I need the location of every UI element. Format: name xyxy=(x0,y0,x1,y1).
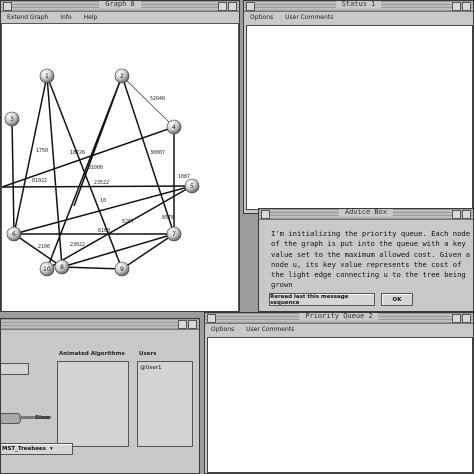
edge-label: 2106 xyxy=(38,244,50,250)
minimize-icon[interactable] xyxy=(178,320,187,329)
edge-label: 10 xyxy=(100,198,106,204)
control-panel-window: Animated Algorithms Users @User1 Slow MS… xyxy=(0,318,200,474)
menu-options[interactable]: Options xyxy=(211,326,234,333)
edge-label: 1750 xyxy=(36,148,48,154)
graph-edge[interactable] xyxy=(121,75,175,235)
priority-queue-window: Priority Queue 2 Options User Comments xyxy=(204,312,474,474)
user-item[interactable]: @User1 xyxy=(140,365,162,371)
window-menu-icon[interactable] xyxy=(3,2,12,11)
edge-label: 30007 xyxy=(150,150,165,156)
status-window-title: Status 1 xyxy=(335,1,382,8)
priority-window-title: Priority Queue 2 xyxy=(299,313,379,320)
graph-edge[interactable] xyxy=(11,118,15,235)
edge-label: 23522 xyxy=(94,180,109,186)
menu-user-comments[interactable]: User Comments xyxy=(246,326,294,333)
edge-label: 81000 xyxy=(88,165,103,171)
window-menu-icon[interactable] xyxy=(246,2,255,11)
edge-label: 1087 xyxy=(178,174,190,180)
advice-window: Advice Box I'm initializing the priority… xyxy=(258,208,474,312)
graph-menubar: Extend Graph Info Help xyxy=(1,12,239,22)
advice-window-title: Advice Box xyxy=(338,209,394,216)
maximize-icon[interactable] xyxy=(462,314,471,323)
maximize-icon[interactable] xyxy=(228,2,237,11)
edge-label: 23022 xyxy=(70,242,85,248)
status-menubar: Options User Comments xyxy=(244,12,473,22)
node-label: 3 xyxy=(10,116,14,123)
maximize-icon[interactable] xyxy=(462,2,471,11)
edge-label: 6160 xyxy=(98,228,110,234)
node-label: 5 xyxy=(190,183,194,190)
animated-algorithms-list[interactable] xyxy=(57,361,129,447)
graph-node[interactable]: 10 xyxy=(39,261,55,277)
reread-button[interactable]: Reread last this message sequence xyxy=(269,293,375,306)
users-header: Users xyxy=(139,351,157,357)
menu-help[interactable]: Help xyxy=(84,14,98,21)
menu-info[interactable]: Info xyxy=(60,14,71,21)
node-label: 6 xyxy=(12,231,16,238)
graph-node[interactable]: 9 xyxy=(114,261,130,277)
animated-algorithms-header: Animated Algorithms xyxy=(59,351,125,357)
graph-window-title: Graph 8 xyxy=(99,1,141,8)
graph-node[interactable]: 7 xyxy=(166,226,182,242)
edge-label: 18726 xyxy=(70,150,85,156)
status-window-titlebar[interactable]: Status 1 xyxy=(244,1,473,12)
priority-queue-area[interactable] xyxy=(207,337,473,473)
graph-node[interactable]: 2 xyxy=(114,68,130,84)
status-text-area[interactable] xyxy=(246,25,473,210)
minimize-icon[interactable] xyxy=(452,2,461,11)
node-label: 7 xyxy=(172,231,176,238)
graph-node[interactable]: 4 xyxy=(166,119,182,135)
graph-canvas[interactable]: 52040 1750 30007 18726 81000 23522 1087 … xyxy=(1,23,239,311)
minimize-icon[interactable] xyxy=(452,210,461,219)
maximize-icon[interactable] xyxy=(188,320,197,329)
maximize-icon[interactable] xyxy=(462,210,471,219)
graph-node[interactable]: 6 xyxy=(6,226,22,242)
priority-window-titlebar[interactable]: Priority Queue 2 xyxy=(205,313,473,324)
graph-edge[interactable] xyxy=(121,233,175,270)
algorithm-value: MST_Treebees xyxy=(2,446,46,452)
chevron-down-icon: ▾ xyxy=(49,446,53,452)
users-list[interactable]: @User1 xyxy=(137,361,193,447)
window-menu-icon[interactable] xyxy=(207,314,216,323)
speed-label: Slow xyxy=(35,415,50,421)
graph-edge[interactable] xyxy=(46,185,193,270)
menu-extend-graph[interactable]: Extend Graph xyxy=(7,14,48,21)
status-window: Status 1 Options User Comments xyxy=(243,0,474,214)
graph-node[interactable]: 3 xyxy=(4,111,20,127)
graph-edge[interactable] xyxy=(46,75,63,268)
node-label: 10 xyxy=(43,266,51,273)
edge-label: 52040 xyxy=(150,96,165,102)
ok-button[interactable]: OK xyxy=(381,293,413,306)
edge-label: 8578 xyxy=(162,215,174,221)
priority-menubar: Options User Comments xyxy=(205,324,473,334)
graph-edge[interactable] xyxy=(13,185,193,235)
dropdown-top[interactable] xyxy=(1,363,29,375)
window-menu-icon[interactable] xyxy=(261,210,270,219)
graph-node[interactable]: 8 xyxy=(54,259,70,275)
advice-window-titlebar[interactable]: Advice Box xyxy=(259,209,473,220)
minimize-icon[interactable] xyxy=(218,2,227,11)
menu-options[interactable]: Options xyxy=(250,14,273,21)
graph-window-titlebar[interactable]: Graph 8 xyxy=(1,1,239,12)
graph-node[interactable]: 1 xyxy=(39,68,55,84)
graph-edge[interactable] xyxy=(61,266,123,270)
node-label: 8 xyxy=(60,264,64,271)
graph-window: Graph 8 Extend Graph Info Help 52040 175… xyxy=(0,0,240,312)
edge-label: 81022 xyxy=(32,178,47,184)
minimize-icon[interactable] xyxy=(452,314,461,323)
graph-node[interactable]: 5 xyxy=(184,178,200,194)
algorithm-select[interactable]: MST_Treebees ▾ xyxy=(1,443,73,455)
speed-slider[interactable] xyxy=(1,413,21,424)
edge-label: 5267 xyxy=(122,219,134,225)
graph-drawing[interactable]: 52040 1750 30007 18726 81000 23522 1087 … xyxy=(1,24,238,311)
node-label: 4 xyxy=(172,124,176,131)
advice-message: I'm initializing the priority queue. Eac… xyxy=(271,229,471,290)
control-panel-titlebar[interactable] xyxy=(1,319,199,330)
node-label: 1 xyxy=(45,73,49,80)
node-label: 2 xyxy=(120,73,124,80)
node-label: 9 xyxy=(120,266,124,273)
graph-edge[interactable] xyxy=(13,75,48,235)
graph-edge[interactable] xyxy=(1,185,193,188)
menu-user-comments[interactable]: User Comments xyxy=(285,14,333,21)
